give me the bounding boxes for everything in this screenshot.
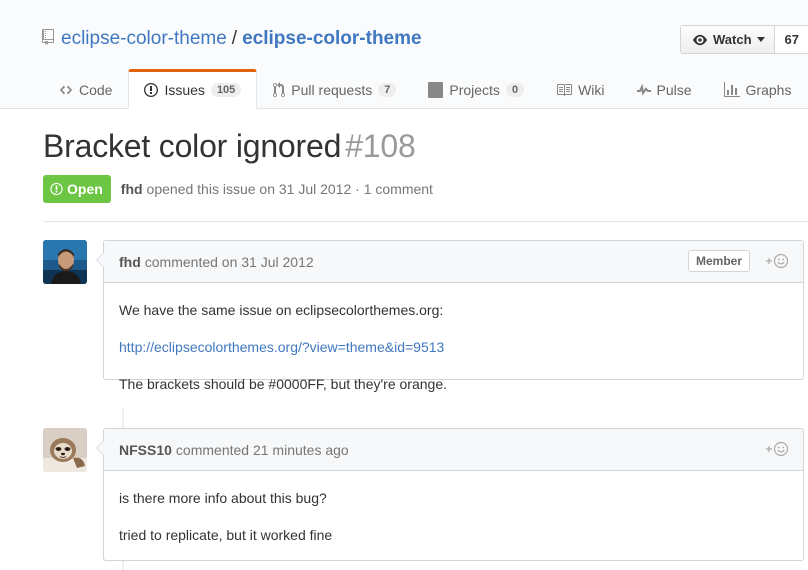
watch-label: Watch — [713, 32, 752, 47]
comment-header: fhd commented on 31 Jul 2012 Member — [104, 241, 803, 283]
comment-link[interactable]: http://eclipsecolorthemes.org/?view=them… — [119, 339, 444, 355]
tab-label: Graphs — [745, 82, 792, 98]
add-reaction-button[interactable] — [763, 252, 789, 270]
code-icon — [59, 83, 73, 97]
comment-body: We have the same issue on eclipsecolorth… — [104, 283, 803, 392]
repo-owner-link[interactable]: eclipse-color-theme — [61, 28, 227, 50]
add-reaction-icon — [766, 441, 789, 457]
watch-button-group: Watch 67 — [680, 25, 808, 54]
repo-nav-tabs: Code Issues 105 Pull requests 7 Projects… — [43, 69, 807, 109]
watch-button[interactable]: Watch — [681, 26, 775, 53]
tab-label: Projects — [449, 82, 500, 98]
issue-title: Bracket color ignored #108 — [43, 128, 416, 165]
tab-code[interactable]: Code — [43, 69, 128, 109]
tab-label: Pulse — [656, 82, 692, 98]
repo-header: eclipse-color-theme / eclipse-color-them… — [0, 0, 808, 109]
chevron-down-icon — [756, 37, 765, 42]
tab-projects[interactable]: Projects 0 — [412, 69, 540, 109]
tab-issues[interactable]: Issues 105 — [128, 69, 258, 109]
tab-label: Pull requests — [291, 82, 373, 98]
comment-timestamp[interactable]: commented 21 minutes ago — [176, 442, 349, 458]
issue-meta-text: opened this issue on 31 Jul 2012 · 1 com… — [146, 181, 433, 197]
repo-title: eclipse-color-theme / eclipse-color-them… — [42, 27, 422, 51]
issues-counter: 105 — [210, 83, 242, 97]
issue-author-link[interactable]: fhd — [121, 181, 143, 197]
issue-title-text: Bracket color ignored — [43, 128, 342, 164]
comment-text: tried to replicate, but it worked fine — [119, 527, 333, 543]
watchers-count-link[interactable]: 67 — [774, 26, 808, 53]
avatar[interactable] — [43, 428, 87, 472]
issue-number: #108 — [345, 128, 416, 164]
git-pull-request-icon — [273, 82, 286, 98]
comment-header: NFSS10 commented 21 minutes ago — [104, 429, 803, 471]
tab-pulse[interactable]: Pulse — [621, 69, 708, 109]
issue-opened-icon — [50, 182, 63, 196]
comment-timestamp[interactable]: commented on 31 Jul 2012 — [145, 254, 314, 270]
header-divider — [43, 221, 808, 222]
tab-wiki[interactable]: Wiki — [540, 69, 620, 109]
comment-card: fhd commented on 31 Jul 2012 Member We h… — [96, 240, 804, 392]
status-label: Open — [67, 181, 103, 197]
repo-separator: / — [231, 28, 238, 49]
tab-label: Wiki — [578, 82, 605, 98]
tab-graphs[interactable]: Graphs — [708, 69, 808, 109]
comment-author-link[interactable]: NFSS10 — [119, 442, 172, 458]
timeline-connector — [122, 408, 124, 430]
add-reaction-icon — [766, 253, 789, 269]
comment-text: is there more info about this bug? — [119, 490, 327, 506]
repo-name-link[interactable]: eclipse-color-theme — [242, 28, 422, 50]
comment-author-link[interactable]: fhd — [119, 254, 141, 270]
add-reaction-button[interactable] — [763, 440, 789, 458]
project-icon — [428, 82, 444, 98]
comment-card: NFSS10 commented 21 minutes ago is there… — [96, 428, 804, 561]
book-icon — [556, 82, 573, 98]
status-badge: Open — [43, 175, 111, 203]
projects-counter: 0 — [505, 83, 525, 97]
comment-text: The brackets should be #0000FF, but they… — [119, 376, 447, 392]
tab-label: Code — [79, 82, 113, 98]
comment-body: is there more info about this bug? tried… — [104, 471, 803, 560]
pull-requests-counter: 7 — [378, 83, 397, 97]
comment-text: We have the same issue on eclipsecolorth… — [119, 302, 444, 318]
eye-icon — [693, 34, 707, 45]
graph-icon — [723, 82, 740, 98]
avatar[interactable] — [43, 240, 87, 284]
tab-label: Issues — [164, 82, 205, 98]
member-badge: Member — [688, 250, 751, 272]
tab-pull-requests[interactable]: Pull requests 7 — [257, 69, 412, 109]
repo-icon — [42, 29, 56, 49]
pulse-icon — [636, 82, 651, 98]
issue-meta: Open fhd opened this issue on 31 Jul 201… — [43, 175, 433, 203]
issue-opened-icon — [144, 82, 159, 98]
